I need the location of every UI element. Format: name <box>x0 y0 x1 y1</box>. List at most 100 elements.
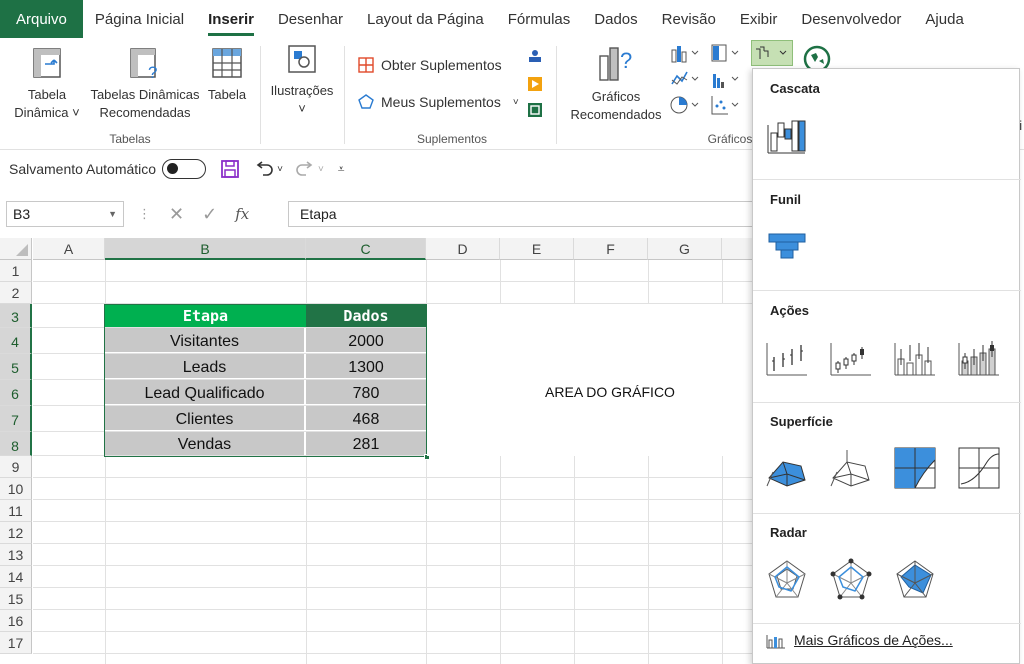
undo-chevron-icon[interactable]: ˅ <box>277 164 283 175</box>
column-header-f[interactable]: F <box>574 238 648 260</box>
bing-maps-icon[interactable] <box>527 76 543 95</box>
tab-dados[interactable]: Dados <box>582 0 649 38</box>
pivot-table-button[interactable]: Tabela Dinâmica ˅ <box>8 46 86 122</box>
stock-hlc-option[interactable] <box>765 335 809 379</box>
tab-inserir[interactable]: Inserir <box>196 0 266 38</box>
pie-chart-button[interactable] <box>670 94 700 119</box>
waterfall-chart-dropdown: Cascata Funil Ações Superfície Radar Mai… <box>752 68 1021 664</box>
row-header-13[interactable]: 13 <box>0 544 32 566</box>
table-header-dados[interactable]: Dados <box>306 305 426 327</box>
tab-layout-da-pagina[interactable]: Layout da Página <box>355 0 496 38</box>
row-header-2[interactable]: 2 <box>0 282 32 304</box>
recommended-pivot-icon: ? <box>130 48 157 80</box>
column-header-e[interactable]: E <box>500 238 574 260</box>
radar-markers-option[interactable] <box>829 557 873 601</box>
redo-icon[interactable] <box>295 159 315 179</box>
waterfall-option[interactable] <box>765 113 809 157</box>
table-cell-dados[interactable]: 281 <box>306 432 426 455</box>
row-header-10[interactable]: 10 <box>0 478 32 500</box>
tab-formulas[interactable]: Fórmulas <box>496 0 583 38</box>
funnel-option[interactable] <box>765 224 809 268</box>
row-header-8[interactable]: 8 <box>0 432 32 456</box>
row-header-5[interactable]: 5 <box>0 354 32 380</box>
scatter-chart-button[interactable] <box>710 94 740 119</box>
table-cell-dados[interactable]: 468 <box>306 406 426 431</box>
select-all-button[interactable] <box>0 238 32 260</box>
table-cell-etapa[interactable]: Vendas <box>105 432 305 455</box>
stock-vhlc-option[interactable] <box>893 335 937 379</box>
undo-icon[interactable] <box>254 159 274 179</box>
row-header-3[interactable]: 3 <box>0 304 32 328</box>
row-header-12[interactable]: 12 <box>0 522 32 544</box>
recommended-pivot-button[interactable]: ? Tabelas Dinâmicas Recomendadas <box>86 46 204 122</box>
visio-icon[interactable] <box>527 48 543 67</box>
stock-ohlc-option[interactable] <box>829 335 873 379</box>
row-header-9[interactable]: 9 <box>0 456 32 478</box>
row-header-16[interactable]: 16 <box>0 610 32 632</box>
stock-vohlc-option[interactable] <box>957 335 1001 379</box>
table-cell-etapa[interactable]: Lead Qualificado <box>105 380 305 405</box>
enter-icon[interactable]: ✓ <box>202 204 217 225</box>
get-addins-button[interactable]: Obter Suplementos <box>357 56 502 74</box>
row-header-17[interactable]: 17 <box>0 632 32 654</box>
hierarchy-chart-button[interactable] <box>710 42 740 67</box>
row-header-15[interactable]: 15 <box>0 588 32 610</box>
table-cell-etapa[interactable]: Clientes <box>105 406 305 431</box>
column-header-d[interactable]: D <box>426 238 500 260</box>
column-chart-button[interactable] <box>670 42 700 67</box>
row-header-14[interactable]: 14 <box>0 566 32 588</box>
cancel-icon[interactable]: ✕ <box>169 204 184 225</box>
redo-chevron-icon[interactable]: ˅ <box>318 164 324 175</box>
recommended-charts-button[interactable]: ? Gráficos Recomendados <box>566 44 666 124</box>
name-box-chevron-icon[interactable]: ▼ <box>108 202 117 226</box>
tab-revisao[interactable]: Revisão <box>650 0 728 38</box>
waterfall-chart-button[interactable] <box>751 40 793 66</box>
more-stock-charts-link[interactable]: Mais Gráficos de Ações... <box>766 631 953 649</box>
tab-pagina-inicial[interactable]: Página Inicial <box>83 0 196 38</box>
column-header-b[interactable]: B <box>105 238 306 260</box>
table-cell-etapa[interactable]: Visitantes <box>105 328 305 353</box>
column-header-c[interactable]: C <box>306 238 426 260</box>
tab-arquivo[interactable]: Arquivo <box>0 0 83 38</box>
table-cell-dados[interactable]: 1300 <box>306 354 426 379</box>
illustrations-button[interactable]: Ilustrações ˅ <box>266 44 338 118</box>
hierarchy-chart-icon <box>711 44 739 62</box>
table-cell-dados[interactable]: 780 <box>306 380 426 405</box>
table-label: Tabela <box>207 87 247 102</box>
insert-function-icon[interactable]: fx <box>235 205 249 223</box>
row-header-4[interactable]: 4 <box>0 328 32 354</box>
section-divider <box>753 290 1021 291</box>
name-box[interactable]: B3 ▼ <box>6 201 124 227</box>
my-addins-button[interactable]: Meus Suplementos ˅ <box>357 93 519 111</box>
row-header-11[interactable]: 11 <box>0 500 32 522</box>
tab-desenhar[interactable]: Desenhar <box>266 0 355 38</box>
column-header-g[interactable]: G <box>648 238 722 260</box>
wireframe-contour-option[interactable] <box>957 446 1001 490</box>
save-icon[interactable] <box>220 159 240 179</box>
wireframe-3d-option[interactable] <box>829 446 873 490</box>
statistic-chart-button[interactable] <box>710 68 740 93</box>
row-header-1[interactable]: 1 <box>0 260 32 282</box>
column-header-a[interactable]: A <box>33 238 105 260</box>
tab-desenvolvedor[interactable]: Desenvolvedor <box>789 0 913 38</box>
autosave-toggle[interactable] <box>162 159 207 179</box>
row-header-6[interactable]: 6 <box>0 380 32 406</box>
table-cell-dados[interactable]: 2000 <box>306 328 426 353</box>
contour-option[interactable] <box>893 446 937 490</box>
table-button[interactable]: Tabela <box>204 46 250 104</box>
wireframe-contour-icon <box>958 447 1000 489</box>
radar-option[interactable] <box>765 557 809 601</box>
people-graph-icon[interactable] <box>527 102 543 121</box>
line-chart-button[interactable] <box>670 68 700 93</box>
tab-ajuda[interactable]: Ajuda <box>913 0 975 38</box>
radar-icon <box>768 560 806 598</box>
tab-exibir[interactable]: Exibir <box>728 0 790 38</box>
customize-qat-icon[interactable]: ⩡ <box>338 162 345 177</box>
table-cell-etapa[interactable]: Leads <box>105 354 305 379</box>
gridline <box>33 565 760 566</box>
row-header-7[interactable]: 7 <box>0 406 32 432</box>
table-header-etapa[interactable]: Etapa <box>105 305 306 327</box>
formula-input[interactable]: Etapa <box>288 201 760 227</box>
filled-radar-option[interactable] <box>893 557 937 601</box>
surface-3d-option[interactable] <box>765 446 809 490</box>
